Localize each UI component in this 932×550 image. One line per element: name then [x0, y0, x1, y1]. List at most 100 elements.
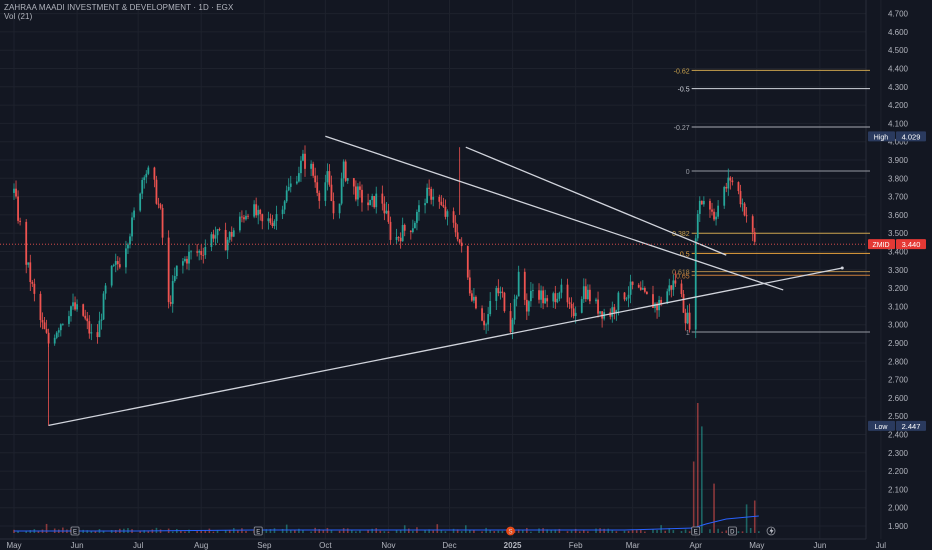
candle-body — [224, 229, 227, 251]
candle-body — [466, 246, 469, 278]
volume-bar — [688, 531, 691, 533]
candle-body — [483, 320, 485, 326]
candle-body — [330, 184, 333, 202]
candle-body — [684, 312, 687, 324]
candle-body — [418, 205, 420, 212]
candle-body — [709, 200, 711, 210]
candle-body — [538, 290, 540, 300]
volume-bar — [749, 527, 752, 533]
candle-body — [304, 153, 306, 169]
volume-bar — [672, 530, 675, 533]
price-tick-label: 2.100 — [888, 485, 909, 494]
candle-body — [387, 210, 390, 222]
high-badge-value: 4.029 — [902, 132, 921, 141]
candle-body — [316, 182, 319, 193]
candle-body — [15, 188, 17, 197]
price-tick-label: 4.600 — [888, 28, 909, 37]
time-tick-label: May — [6, 541, 21, 550]
time-tick-label: Oct — [319, 541, 332, 550]
candle-body — [312, 163, 315, 176]
candle-body — [401, 224, 404, 242]
price-tick-label: 3.500 — [888, 229, 909, 238]
volume-bar — [285, 524, 288, 533]
candle-body — [515, 296, 518, 300]
candle-body — [666, 291, 669, 304]
price-tick-label: 4.300 — [888, 83, 909, 92]
volume-bar — [570, 530, 573, 533]
volume-bar — [542, 528, 544, 533]
candle-body — [383, 203, 386, 214]
candle-body — [438, 196, 441, 202]
price-tick-label: 4.700 — [888, 10, 909, 19]
candle-body — [338, 203, 341, 214]
time-tick-label: Apr — [689, 541, 702, 550]
volume-bar — [521, 530, 524, 533]
volume-bar — [245, 530, 247, 533]
volume-bar — [701, 426, 703, 533]
candle-body — [700, 200, 703, 205]
candle-body — [446, 211, 449, 217]
price-chart[interactable]: 1.900 2.000 2.100 2.200 2.300 2.400 2.500 2.600… — [0, 0, 932, 550]
volume-bar — [424, 530, 426, 533]
candle-body — [444, 206, 447, 217]
candle-body — [411, 228, 414, 233]
candle-body — [25, 221, 28, 265]
volume-bar — [45, 523, 48, 533]
candle-body — [403, 224, 406, 231]
candle-body — [43, 322, 46, 329]
candle-body — [485, 324, 488, 326]
candle-body — [751, 216, 754, 233]
volume-bar — [355, 531, 357, 533]
volume-bar — [436, 524, 439, 533]
candle-body — [188, 251, 190, 264]
candle-body — [643, 287, 646, 292]
candle-body — [499, 291, 502, 294]
time-tick-label: Jun — [71, 541, 84, 550]
candle-body — [696, 213, 699, 239]
candle-body — [214, 235, 217, 239]
volume-bar — [351, 530, 353, 533]
candle-body — [41, 320, 44, 323]
candle-body — [529, 290, 532, 302]
candle-body — [139, 193, 142, 211]
candle-body — [45, 328, 48, 333]
candle-body — [739, 191, 742, 205]
candle-body — [190, 251, 192, 253]
candle-body — [357, 186, 359, 200]
candle-body — [456, 232, 459, 240]
volume-bar — [387, 531, 390, 533]
price-tick-label: 4.500 — [888, 46, 909, 55]
candle-body — [574, 312, 577, 317]
candle-body — [725, 186, 728, 189]
candle-body — [717, 205, 720, 217]
candle-body — [19, 220, 22, 222]
candle-body — [53, 337, 56, 344]
candle-body — [112, 264, 115, 266]
candle-body — [173, 276, 176, 282]
fib-level-label: 0.65 — [676, 273, 690, 280]
volume-bar — [273, 528, 276, 533]
volume-bar — [713, 483, 715, 533]
candle-body — [354, 186, 357, 200]
volume-bar — [599, 528, 601, 533]
candle-body — [672, 280, 675, 290]
candle-body — [413, 222, 416, 229]
time-tick-label: Mar — [626, 541, 640, 550]
candle-body — [169, 302, 172, 304]
candle-body — [98, 320, 101, 338]
candle-body — [409, 230, 412, 233]
volume-bar — [578, 531, 581, 533]
volume-bar — [212, 531, 215, 533]
candle-body — [90, 332, 93, 334]
candle-body — [247, 215, 249, 217]
candle-body — [532, 290, 534, 292]
candle-body — [481, 308, 483, 321]
volume-bar — [94, 531, 97, 533]
candle-body — [204, 246, 207, 256]
candle-body — [74, 302, 76, 310]
candle-body — [572, 308, 575, 317]
candle-body — [586, 289, 589, 300]
candle-body — [76, 304, 78, 310]
candle-body — [175, 265, 178, 277]
candle-body — [523, 271, 526, 300]
